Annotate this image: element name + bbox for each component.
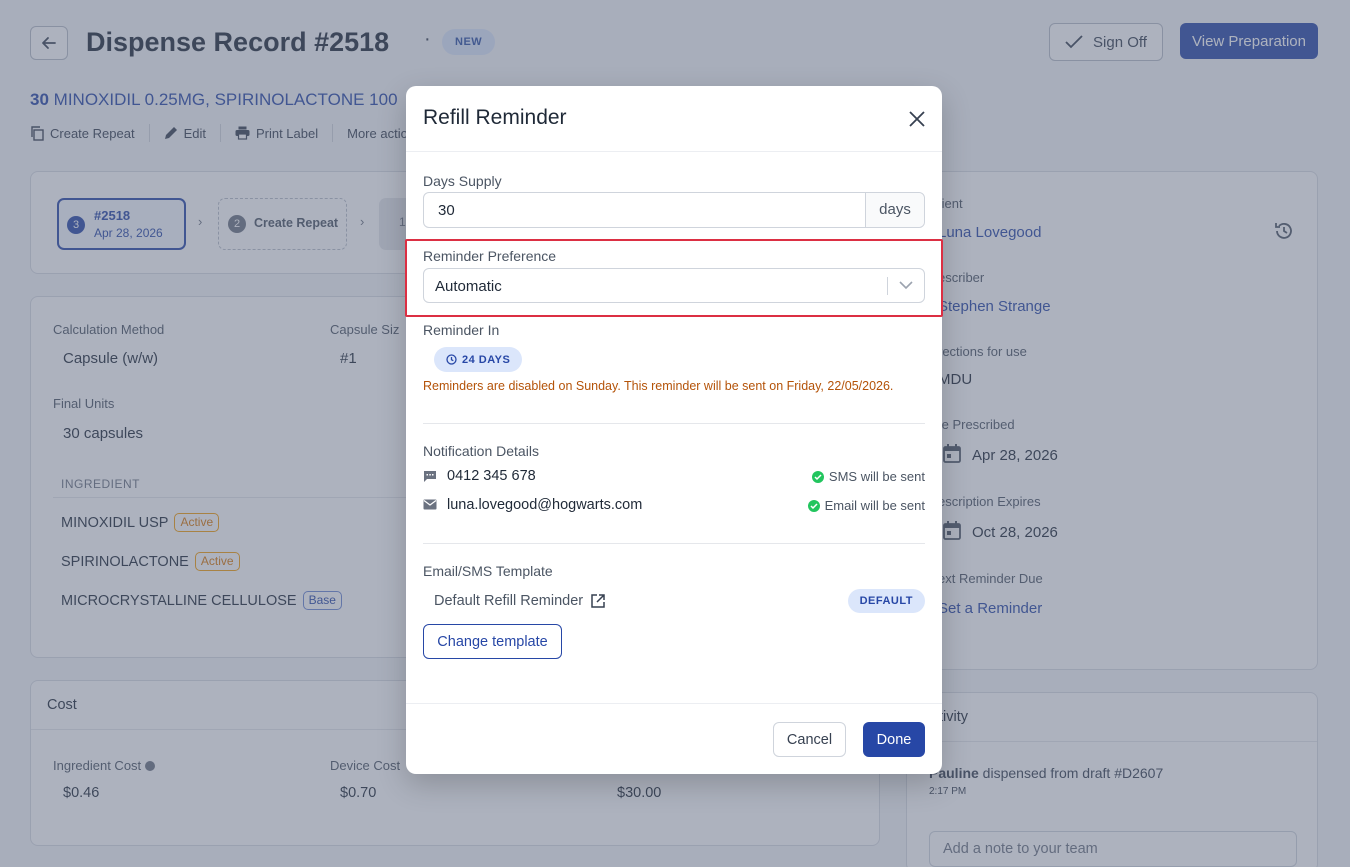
message-icon (424, 471, 436, 482)
reminder-preference-label: Reminder Preference (423, 248, 557, 264)
reminder-in-label: Reminder In (423, 322, 500, 338)
email-address: luna.lovegood@hogwarts.com (447, 497, 643, 513)
select-separator (887, 277, 888, 295)
modal-header-divider (406, 151, 942, 152)
email-row: luna.lovegood@hogwarts.com Email will be… (423, 495, 925, 517)
sunday-warning: Reminders are disabled on Sunday. This r… (423, 379, 894, 393)
external-link-icon (591, 594, 605, 608)
check-circle-icon (811, 470, 824, 483)
reminder-preference-select[interactable]: Automatic (423, 268, 925, 303)
reminder-in-badge: 24 DAYS (434, 347, 523, 372)
clock-icon (446, 354, 457, 365)
days-supply-value: 30 (438, 202, 455, 219)
chevron-down-icon (899, 281, 913, 290)
email-status-text: Email will be sent (824, 498, 925, 513)
modal-title: Refill Reminder (423, 106, 567, 129)
default-badge: DEFAULT (847, 589, 925, 613)
divider (423, 423, 925, 424)
change-template-button[interactable]: Change template (423, 624, 562, 659)
phone-number: 0412 345 678 (447, 468, 536, 484)
cancel-button[interactable]: Cancel (773, 722, 846, 757)
template-name[interactable]: Default Refill Reminder (434, 593, 605, 609)
days-suffix: days (865, 193, 924, 227)
email-status: Email will be sent (807, 498, 925, 513)
template-name-text: Default Refill Reminder (434, 593, 584, 609)
sms-status-text: SMS will be sent (828, 469, 925, 484)
sms-status: SMS will be sent (811, 469, 925, 484)
notification-details-label: Notification Details (423, 443, 539, 459)
close-button[interactable] (906, 108, 928, 130)
template-label: Email/SMS Template (423, 563, 553, 579)
reminder-preference-value: Automatic (435, 278, 502, 295)
done-button[interactable]: Done (863, 722, 925, 757)
days-supply-label: Days Supply (423, 173, 502, 189)
sms-row: 0412 345 678 SMS will be sent (423, 466, 925, 488)
mail-icon (423, 499, 437, 510)
close-icon (909, 111, 925, 127)
divider (423, 543, 925, 544)
reminder-in-value: 24 DAYS (462, 353, 511, 366)
check-circle-icon (807, 499, 820, 512)
modal-footer-divider (406, 703, 942, 704)
days-supply-input[interactable]: 30 days (423, 192, 925, 228)
refill-reminder-modal: Refill Reminder Days Supply 30 days Remi… (405, 86, 943, 774)
